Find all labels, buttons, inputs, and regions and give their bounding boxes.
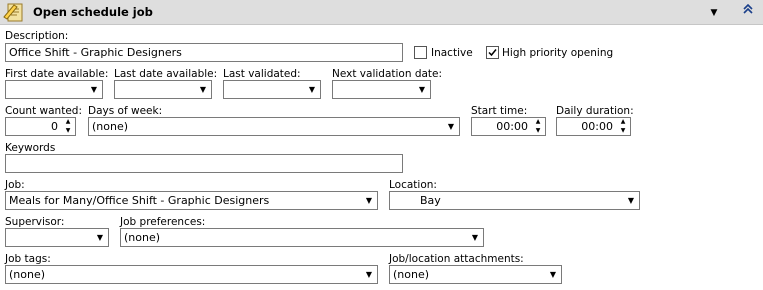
last-validated-picker[interactable]: ▼ — [223, 80, 321, 99]
collapse-icon[interactable] — [738, 3, 758, 21]
days-of-week-select[interactable]: (none) ▼ — [88, 117, 460, 136]
last-validated-label: Last validated: — [223, 68, 301, 80]
count-wanted-label: Count wanted: — [5, 105, 82, 117]
keywords-input[interactable] — [5, 154, 403, 173]
dropdown-arrow-icon[interactable]: ▼ — [86, 81, 102, 98]
count-wanted-value: 0 — [51, 120, 58, 133]
job-preferences-label: Job preferences: — [120, 216, 206, 228]
location-value: Bay — [420, 194, 441, 207]
panel-title: Open schedule job — [33, 5, 153, 19]
job-preferences-value: (none) — [124, 231, 161, 244]
checkmark-icon — [488, 49, 497, 57]
dropdown-arrow-icon[interactable]: ▼ — [361, 192, 377, 209]
spin-up-icon[interactable]: ▲ — [61, 118, 75, 126]
dropdown-arrow-icon[interactable]: ▼ — [623, 192, 639, 209]
job-label: Job: — [5, 179, 25, 191]
spin-up-icon[interactable]: ▲ — [531, 118, 545, 126]
supervisor-label: Supervisor: — [5, 216, 65, 228]
next-validation-label: Next validation date: — [332, 68, 443, 80]
description-input[interactable]: Office Shift - Graphic Designers — [5, 43, 403, 62]
job-tags-value: (none) — [9, 268, 46, 281]
days-of-week-label: Days of week: — [88, 105, 163, 117]
inactive-label: Inactive — [431, 47, 473, 59]
daily-duration-label: Daily duration: — [556, 105, 634, 117]
spin-down-icon[interactable]: ▼ — [616, 127, 630, 135]
days-of-week-value: (none) — [92, 120, 129, 133]
job-tags-label: Job tags: — [5, 253, 51, 265]
daily-duration-stepper[interactable]: 00:00 ▲ ▼ — [556, 117, 631, 136]
dropdown-arrow-icon[interactable]: ▼ — [304, 81, 320, 98]
start-time-stepper[interactable]: 00:00 ▲ ▼ — [471, 117, 546, 136]
job-value: Meals for Many/Office Shift - Graphic De… — [9, 194, 270, 207]
dropdown-arrow-icon[interactable]: ▼ — [443, 118, 459, 135]
last-date-picker[interactable]: ▼ — [114, 80, 212, 99]
spin-down-icon[interactable]: ▼ — [531, 127, 545, 135]
attachments-select[interactable]: (none) ▼ — [389, 265, 562, 284]
count-wanted-stepper[interactable]: 0 ▲ ▼ — [5, 117, 76, 136]
start-time-label: Start time: — [471, 105, 528, 117]
attachments-label: Job/location attachments: — [389, 253, 524, 265]
location-label: Location: — [389, 179, 437, 191]
first-date-label: First date available: — [5, 68, 109, 80]
high-priority-label: High priority opening — [502, 47, 614, 59]
attachments-value: (none) — [393, 268, 430, 281]
inactive-checkbox[interactable] — [414, 46, 427, 59]
description-label: Description: — [5, 30, 69, 42]
daily-duration-value: 00:00 — [581, 120, 613, 133]
dropdown-arrow-icon[interactable]: ▼ — [467, 229, 483, 246]
dropdown-arrow-icon[interactable]: ▼ — [195, 81, 211, 98]
job-select[interactable]: Meals for Many/Office Shift - Graphic De… — [5, 191, 378, 210]
spin-up-icon[interactable]: ▲ — [616, 118, 630, 126]
description-value: Office Shift - Graphic Designers — [9, 46, 182, 59]
start-time-value: 00:00 — [496, 120, 528, 133]
first-date-picker[interactable]: ▼ — [5, 80, 103, 99]
keywords-label: Keywords — [5, 142, 56, 154]
job-preferences-select[interactable]: (none) ▼ — [120, 228, 484, 247]
spin-down-icon[interactable]: ▼ — [61, 127, 75, 135]
supervisor-select[interactable]: ▼ — [5, 228, 109, 247]
job-tags-select[interactable]: (none) ▼ — [5, 265, 378, 284]
panel-header: Open schedule job ▼ — [0, 0, 763, 25]
location-select[interactable]: Bay ▼ — [389, 191, 640, 210]
schedule-job-icon — [3, 3, 23, 22]
dropdown-arrow-icon[interactable]: ▼ — [361, 266, 377, 283]
header-dropdown-icon[interactable]: ▼ — [705, 5, 723, 21]
double-chevron-up-icon — [743, 3, 753, 14]
last-date-label: Last date available: — [114, 68, 218, 80]
next-validation-picker[interactable]: ▼ — [332, 80, 431, 99]
high-priority-checkbox[interactable] — [486, 46, 499, 59]
dropdown-arrow-icon[interactable]: ▼ — [92, 229, 108, 246]
dropdown-arrow-icon[interactable]: ▼ — [545, 266, 561, 283]
dropdown-arrow-icon[interactable]: ▼ — [414, 81, 430, 98]
